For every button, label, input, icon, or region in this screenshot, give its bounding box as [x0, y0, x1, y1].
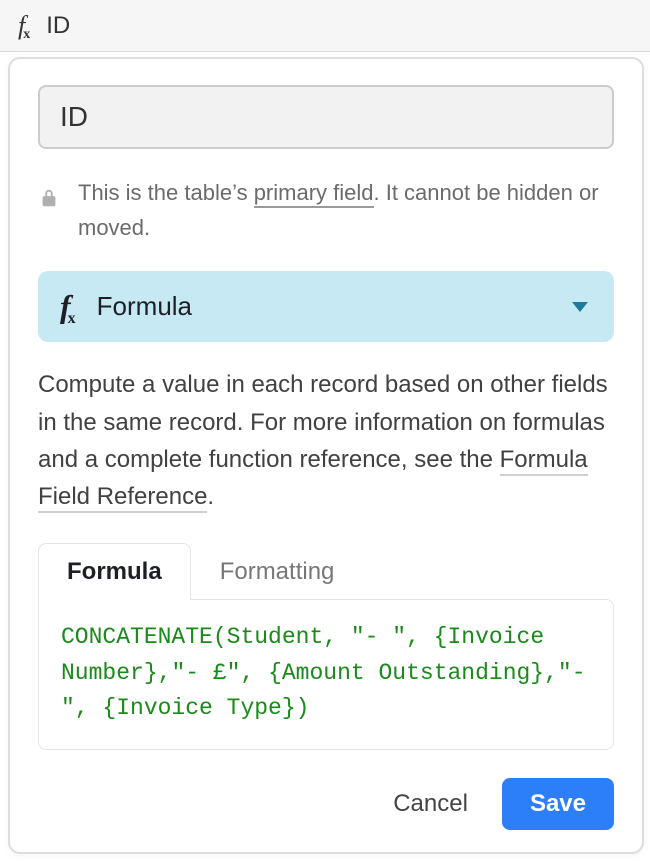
field-config-panel: This is the table’s primary field. It ca…	[8, 57, 644, 854]
field-name-input[interactable]	[38, 85, 614, 149]
primary-field-note: This is the table’s primary field. It ca…	[38, 175, 614, 245]
formula-token-field: Student	[227, 624, 324, 650]
cancel-button[interactable]: Cancel	[387, 782, 474, 826]
formula-token-comma: ,	[544, 660, 558, 686]
field-type-description: Compute a value in each record based on …	[38, 366, 614, 515]
formula-token-str: "- "	[351, 624, 406, 650]
formula-token-comma: ,	[75, 695, 103, 721]
formula-token-comma: ,	[240, 660, 268, 686]
save-button[interactable]: Save	[502, 778, 614, 830]
column-header-title: ID	[46, 12, 70, 40]
formula-tabs: Formula Formatting	[38, 543, 614, 600]
primary-field-note-text: This is the table’s primary field. It ca…	[78, 175, 614, 245]
formula-token-field: {Amount Outstanding}	[268, 660, 544, 686]
formula-token-comma: ,	[158, 660, 172, 686]
formula-fx-icon: fx	[18, 11, 32, 41]
formula-fx-icon: fx	[60, 288, 79, 325]
formula-token-comma: ,	[406, 624, 434, 650]
formula-token-str: "- £"	[171, 660, 240, 686]
formula-token-paren: )	[296, 695, 310, 721]
formula-code[interactable]: CONCATENATE(Student, "- ", {Invoice Numb…	[61, 620, 591, 727]
formula-token-paren: (	[213, 624, 227, 650]
chevron-down-icon	[572, 302, 588, 312]
field-type-label: Formula	[97, 291, 572, 322]
formula-token-fn: CONCATENATE	[61, 624, 213, 650]
formula-token-field: {Invoice Type}	[102, 695, 295, 721]
formula-token-comma: ,	[323, 624, 351, 650]
field-type-selector[interactable]: fx Formula	[38, 271, 614, 342]
formula-editor[interactable]: CONCATENATE(Student, "- ", {Invoice Numb…	[38, 599, 614, 750]
lock-icon	[38, 187, 60, 214]
tab-formula[interactable]: Formula	[38, 543, 191, 600]
panel-footer: Cancel Save	[38, 750, 614, 830]
column-header-bar: fx ID	[0, 0, 650, 52]
tab-formatting[interactable]: Formatting	[191, 543, 364, 600]
primary-field-link[interactable]: primary field	[254, 180, 374, 208]
